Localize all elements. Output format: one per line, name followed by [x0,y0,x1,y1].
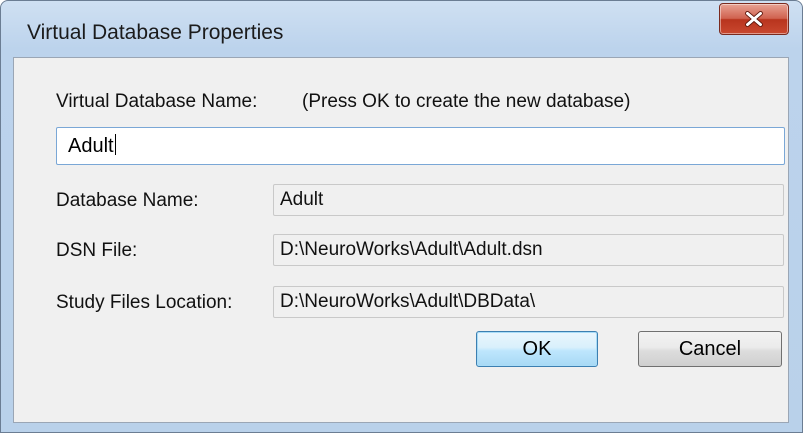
database-name-field: Adult [273,184,784,216]
close-button[interactable] [719,3,789,35]
dsn-file-field: D:\NeuroWorks\Adult\Adult.dsn [273,234,784,266]
window-title: Virtual Database Properties [27,21,284,44]
title-bar[interactable]: Virtual Database Properties [1,1,802,57]
dsn-file-label: DSN File: [56,240,138,261]
virtual-db-name-value: Adult [68,135,114,157]
study-files-label: Study Files Location: [56,292,233,313]
close-icon [745,11,763,27]
cancel-button[interactable]: Cancel [638,331,782,367]
dialog-window: Virtual Database Properties Virtual Data… [0,0,803,433]
ok-button[interactable]: OK [476,331,598,367]
text-caret [114,134,116,155]
virtual-db-name-input[interactable]: Adult [56,127,785,165]
database-name-label: Database Name: [56,190,199,211]
virtual-db-name-label: Virtual Database Name: [56,91,258,112]
hint-text: (Press OK to create the new database) [302,91,631,112]
dialog-body: Virtual Database Name: (Press OK to crea… [13,57,789,423]
study-files-field: D:\NeuroWorks\Adult\DBData\ [273,286,784,318]
